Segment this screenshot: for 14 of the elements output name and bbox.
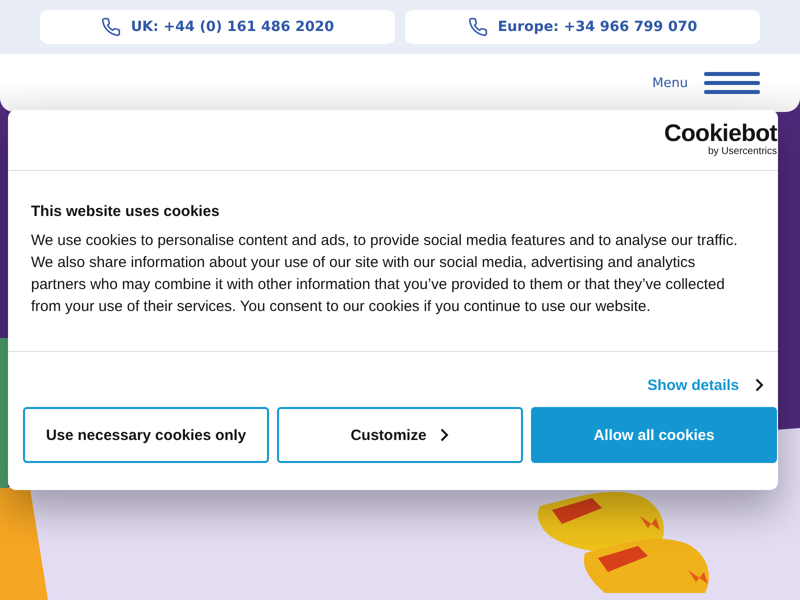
chevron-right-icon — [755, 378, 764, 392]
customize-button[interactable]: Customize — [277, 407, 523, 463]
phone-icon — [100, 17, 121, 37]
logo-text: Cookiebot — [664, 122, 777, 146]
phone-link[interactable]: Europe: +34 966 799 070 — [405, 10, 760, 44]
menu-icon[interactable] — [704, 72, 760, 94]
dialog-text: We use cookies to personalise content and ads, to provide social media features and to analyse our traffic. We also share information about your use of our site with our social media, advertising and analytics partners who may combine it with other information that you’ve provided to them or that they’ve collected from your use of their services. You consent to our cookies if you continue to use our website. — [31, 231, 739, 317]
phone-icon — [468, 17, 488, 37]
phone-link[interactable]: UK: +44 (0) 161 486 2020 — [40, 10, 395, 44]
menu-label[interactable]: Menu — [652, 76, 688, 90]
necessary-cookies-button[interactable]: Use necessary cookies only — [23, 407, 269, 463]
chevron-right-icon — [440, 428, 450, 442]
dialog-title: This website uses cookies — [31, 203, 220, 220]
logo-byline: by Usercentrics — [708, 146, 777, 158]
